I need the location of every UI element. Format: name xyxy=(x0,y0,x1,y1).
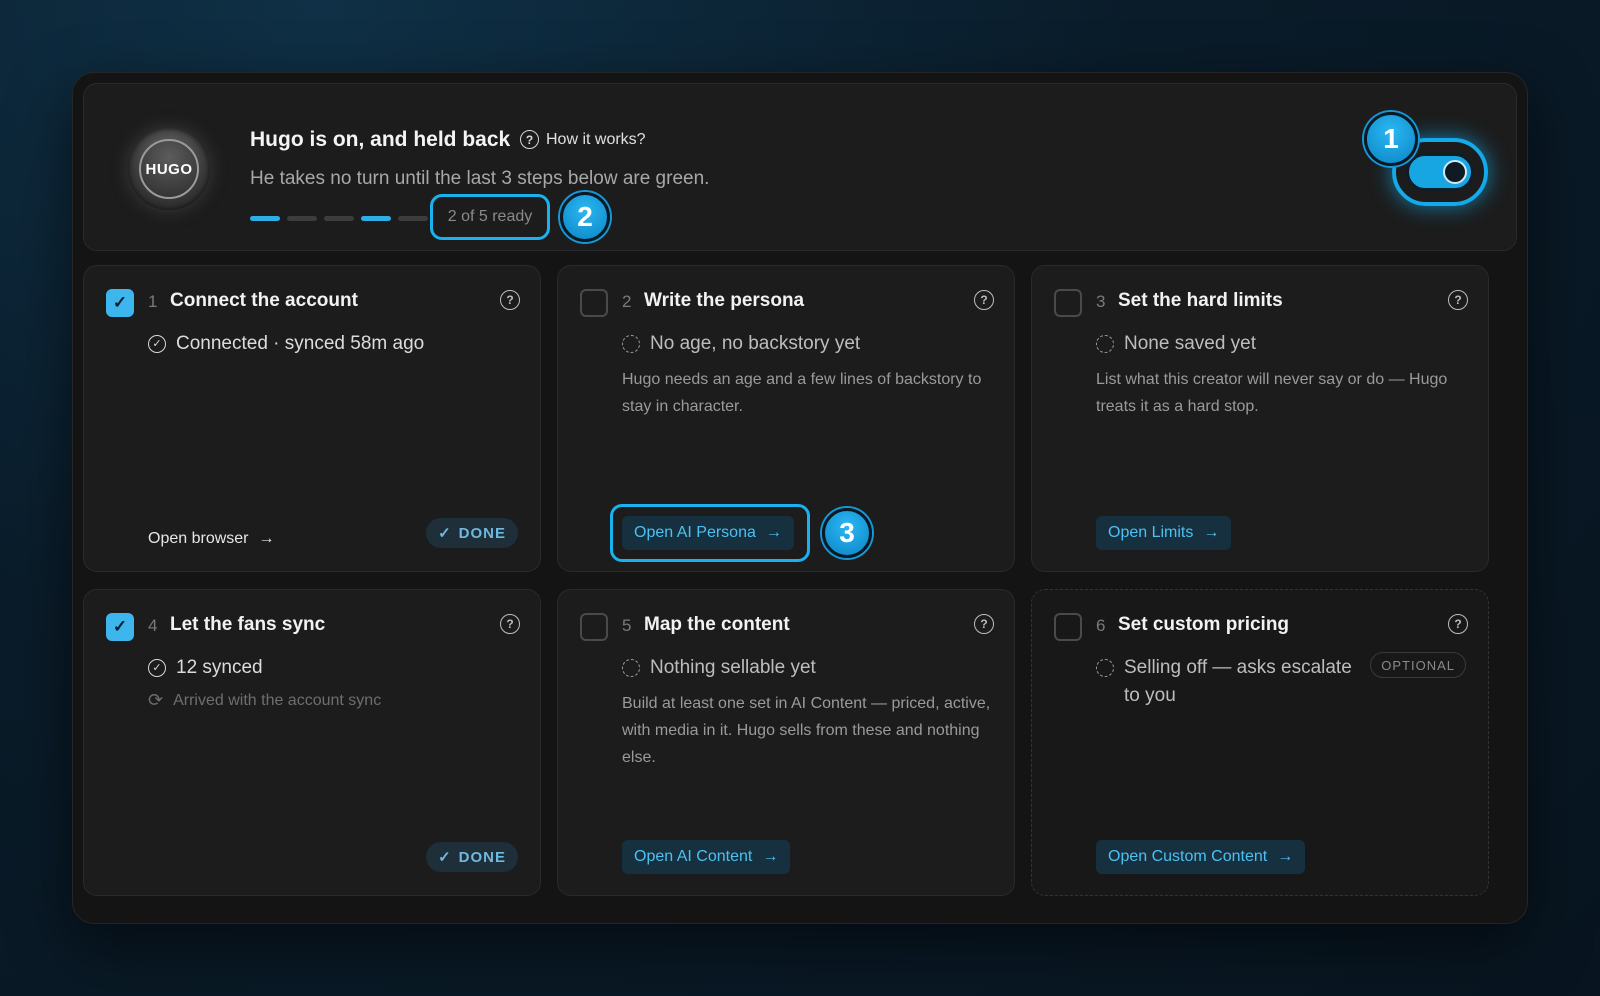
step-status-text: None saved yet xyxy=(1124,333,1257,354)
step-number: 4 xyxy=(148,616,158,635)
step-status-text: Nothing sellable yet xyxy=(650,657,816,678)
open-ai-persona-button[interactable]: Open AI Persona → xyxy=(622,516,794,550)
callout-badge-1: 1 xyxy=(1364,112,1418,166)
progress-segment xyxy=(398,216,428,221)
header-panel: HUGO Hugo is on, and held back ? How it … xyxy=(83,83,1517,251)
callout-badge-2: 2 xyxy=(560,192,610,242)
step-checkbox[interactable]: ✓ xyxy=(106,289,134,317)
toggle-knob xyxy=(1443,160,1467,184)
help-icon[interactable]: ? xyxy=(500,614,520,634)
step-number: 2 xyxy=(622,292,632,311)
optional-badge: OPTIONAL xyxy=(1370,652,1466,678)
open-ai-content-label: Open AI Content xyxy=(634,848,753,865)
step-status-text: Connected · synced 58m ago xyxy=(176,333,425,354)
step-status: Selling off — asks escalate to you xyxy=(1096,654,1352,710)
open-browser-button[interactable]: Open browser → xyxy=(148,522,275,556)
step-title: Set custom pricing xyxy=(1118,614,1290,635)
hugo-logo: HUGO xyxy=(128,128,210,210)
done-label: DONE xyxy=(458,848,506,866)
step-status-line-2: to you xyxy=(1124,685,1176,706)
callout-badge-3: 3 xyxy=(822,508,872,558)
step-card-fans-sync: ✓ 4 Let the fans sync ? ✓ 12 synced ⟳ Ar… xyxy=(83,589,541,896)
progress-segment xyxy=(250,216,280,221)
step-description: List what this creator will never say or… xyxy=(1096,371,1448,415)
pending-circle-icon xyxy=(622,335,640,353)
arrow-right-icon: → xyxy=(258,530,275,547)
step-status-text: No age, no backstory yet xyxy=(650,333,861,354)
pending-circle-icon xyxy=(1096,335,1114,353)
open-custom-content-label: Open Custom Content xyxy=(1108,848,1268,865)
progress-segment xyxy=(324,216,354,221)
step-checkbox[interactable] xyxy=(580,289,608,317)
refresh-icon: ⟳ xyxy=(148,690,164,710)
arrow-right-icon: → xyxy=(1203,524,1220,541)
progress-segment xyxy=(287,216,317,221)
help-icon[interactable]: ? xyxy=(1448,290,1468,310)
step-description: Hugo needs an age and a few lines of bac… xyxy=(622,371,982,415)
step-checkbox[interactable] xyxy=(1054,613,1082,641)
header-title: Hugo is on, and held back xyxy=(250,128,511,151)
done-label: DONE xyxy=(458,524,506,542)
step-status-text: 12 synced xyxy=(176,657,263,678)
step-number: 1 xyxy=(148,292,158,311)
step-title: Connect the account xyxy=(170,290,358,311)
check-icon: ✓ xyxy=(438,525,452,542)
ready-count: 2 of 5 ready xyxy=(430,194,550,240)
help-icon[interactable]: ? xyxy=(500,290,520,310)
done-badge: ✓ DONE xyxy=(426,518,518,548)
step-status-line-1: Selling off — asks escalate xyxy=(1124,657,1352,678)
done-badge: ✓ DONE xyxy=(426,842,518,872)
help-icon[interactable]: ? xyxy=(1448,614,1468,634)
step-number: 6 xyxy=(1096,616,1106,635)
step-status: ✓ 12 synced xyxy=(148,654,263,682)
step-status: None saved yet xyxy=(1096,330,1256,358)
check-circle-icon: ✓ xyxy=(148,659,166,677)
sync-note: ⟳ Arrived with the account sync xyxy=(148,690,381,711)
onboarding-panel: HUGO Hugo is on, and held back ? How it … xyxy=(72,72,1528,924)
arrow-right-icon: → xyxy=(1277,848,1294,865)
check-circle-icon: ✓ xyxy=(148,335,166,353)
step-card-pricing: 6 Set custom pricing ? Selling off — ask… xyxy=(1031,589,1489,896)
step-card-content: 5 Map the content ? Nothing sellable yet… xyxy=(557,589,1015,896)
step-status: No age, no backstory yet xyxy=(622,330,860,358)
step-card-persona: 2 Write the persona ? No age, no backsto… xyxy=(557,265,1015,572)
step-card-limits: 3 Set the hard limits ? None saved yet L… xyxy=(1031,265,1489,572)
step-title: Set the hard limits xyxy=(1118,290,1283,311)
step-number: 3 xyxy=(1096,292,1106,311)
open-browser-label: Open browser xyxy=(148,530,249,547)
step-status: Nothing sellable yet xyxy=(622,654,816,682)
how-it-works-label: How it works? xyxy=(546,130,646,148)
toggle-track xyxy=(1406,153,1474,191)
step-checkbox[interactable] xyxy=(580,613,608,641)
open-limits-button[interactable]: Open Limits → xyxy=(1096,516,1232,550)
pending-circle-icon xyxy=(1096,659,1114,677)
step-status-text: Selling off — asks escalate to you xyxy=(1124,654,1352,710)
sync-note-text: Arrived with the account sync xyxy=(173,691,382,709)
pending-circle-icon xyxy=(622,659,640,677)
open-ai-content-button[interactable]: Open AI Content → xyxy=(622,840,791,874)
how-it-works-link[interactable]: ? How it works? xyxy=(520,130,646,149)
help-icon[interactable]: ? xyxy=(974,290,994,310)
step-title: Write the persona xyxy=(644,290,805,311)
check-icon: ✓ xyxy=(438,849,452,866)
step-status: ✓ Connected · synced 58m ago xyxy=(148,330,424,358)
step-number: 5 xyxy=(622,616,632,635)
help-icon[interactable]: ? xyxy=(974,614,994,634)
step-checkbox[interactable]: ✓ xyxy=(106,613,134,641)
step-description: Build at least one set in AI Content — p… xyxy=(622,695,991,766)
progress-bar xyxy=(250,216,428,221)
step-checkbox[interactable] xyxy=(1054,289,1082,317)
step-card-connect: ✓ 1 Connect the account ? ✓ Connected · … xyxy=(83,265,541,572)
step-title: Map the content xyxy=(644,614,790,635)
hugo-logo-text: HUGO xyxy=(139,139,199,199)
progress-segment xyxy=(361,216,391,221)
open-ai-persona-label: Open AI Persona xyxy=(634,524,756,541)
question-icon: ? xyxy=(520,130,539,149)
open-limits-label: Open Limits xyxy=(1108,524,1194,541)
arrow-right-icon: → xyxy=(762,848,779,865)
header-subtitle: He takes no turn until the last 3 steps … xyxy=(250,168,710,189)
open-custom-content-button[interactable]: Open Custom Content → xyxy=(1096,840,1306,874)
step-title: Let the fans sync xyxy=(170,614,326,635)
arrow-right-icon: → xyxy=(765,524,782,541)
